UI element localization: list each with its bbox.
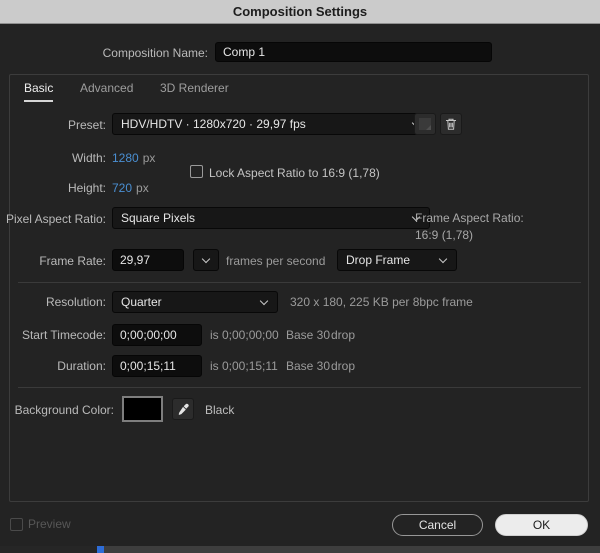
tab-basic[interactable]: Basic (24, 81, 54, 102)
cancel-button[interactable]: Cancel (392, 514, 483, 536)
trash-icon (446, 118, 456, 130)
tab-advanced[interactable]: Advanced (80, 81, 133, 100)
timeline-marker (97, 546, 104, 553)
duration-label: Duration: (57, 359, 106, 373)
background-app-timeline (104, 546, 600, 553)
preset-dropdown-value: HDV/HDTV · 1280x720 · 29,97 fps (121, 117, 306, 131)
divider (18, 387, 581, 388)
divider (18, 282, 581, 283)
height-value-row: 720 px (112, 181, 149, 195)
dialog-title: Composition Settings (232, 4, 368, 19)
width-value[interactable]: 1280 (112, 151, 139, 165)
width-value-row: 1280 px (112, 151, 155, 165)
pixel-aspect-ratio-dropdown[interactable]: Square Pixels (112, 207, 430, 229)
chevron-down-icon (438, 255, 448, 265)
tab-3d-renderer-label: 3D Renderer (160, 81, 229, 95)
frame-rate-preset-button[interactable] (193, 249, 219, 271)
tab-3d-renderer[interactable]: 3D Renderer (160, 81, 229, 100)
start-timecode-label: Start Timecode: (21, 328, 106, 342)
height-unit: px (136, 181, 149, 195)
background-color-label: Background Color: (14, 403, 114, 417)
frame-aspect-ratio-label: Frame Aspect Ratio: (415, 211, 524, 225)
start-timecode-drop-text: drop (331, 328, 356, 342)
frame-rate-label: Frame Rate: (39, 254, 106, 268)
resolution-info: 320 x 180, 225 KB per 8bpc frame (290, 295, 473, 309)
height-value[interactable]: 720 (112, 181, 132, 195)
duration-input[interactable] (112, 355, 202, 377)
duration-base-text: Base 30 (286, 359, 331, 373)
tab-basic-label: Basic (24, 81, 54, 95)
ok-button-label: OK (532, 518, 551, 532)
preview-checkbox[interactable] (10, 518, 23, 531)
width-label: Width: (71, 151, 106, 165)
frame-rate-input[interactable] (112, 249, 184, 271)
start-timecode-is-text: is 0;00;00;00 (210, 328, 279, 342)
pixel-aspect-ratio-value: Square Pixels (121, 211, 196, 225)
timebase-dropdown[interactable]: Drop Frame (337, 249, 457, 271)
chevron-down-icon (201, 255, 211, 265)
resolution-value: Quarter (121, 295, 162, 309)
chevron-down-icon (259, 297, 269, 307)
settings-panel (9, 74, 589, 502)
tab-advanced-label: Advanced (80, 81, 134, 95)
ok-button[interactable]: OK (495, 514, 588, 536)
delete-preset-button[interactable] (440, 113, 462, 135)
preview-label: Preview (28, 517, 71, 531)
width-unit: px (142, 151, 156, 165)
frame-aspect-ratio-value: 16:9 (1,78) (415, 228, 474, 242)
resolution-label: Resolution: (45, 295, 106, 309)
background-color-name: Black (205, 403, 235, 417)
dialog-title-bar[interactable]: Composition Settings (0, 0, 600, 24)
resolution-dropdown[interactable]: Quarter (112, 291, 278, 313)
composition-name-label: Composition Name: (102, 46, 208, 60)
duration-drop-text: drop (331, 359, 356, 373)
composition-settings-dialog: Composition Settings Composition Name: B… (0, 0, 600, 553)
eyedropper-icon (178, 403, 189, 415)
timebase-value: Drop Frame (346, 253, 411, 267)
save-preset-icon (419, 118, 431, 130)
background-app-timeline (0, 546, 97, 553)
save-preset-button[interactable] (414, 113, 436, 135)
pixel-aspect-ratio-label: Pixel Aspect Ratio: (5, 212, 106, 226)
composition-name-input[interactable] (215, 42, 492, 62)
background-color-swatch[interactable] (122, 396, 163, 422)
duration-is-text: is 0;00;15;11 (210, 359, 278, 373)
start-timecode-input[interactable] (112, 324, 202, 346)
height-label: Height: (67, 181, 106, 195)
cancel-button-label: Cancel (418, 518, 457, 532)
frame-rate-suffix: frames per second (226, 254, 326, 268)
preset-label: Preset: (67, 118, 106, 132)
lock-aspect-checkbox[interactable] (190, 165, 203, 178)
preset-dropdown[interactable]: HDV/HDTV · 1280x720 · 29,97 fps (112, 113, 430, 135)
start-timecode-base-text: Base 30 (286, 328, 331, 342)
eyedropper-button[interactable] (172, 398, 194, 420)
lock-aspect-label: Lock Aspect Ratio to 16:9 (1,78) (209, 166, 380, 180)
